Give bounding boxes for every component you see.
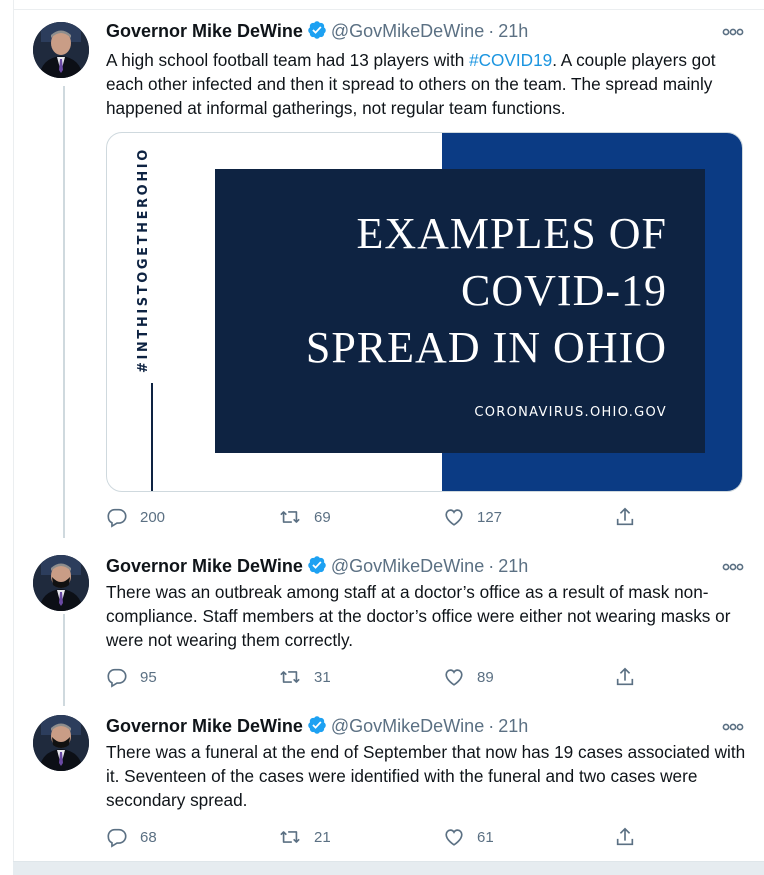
verified-badge-icon: [307, 555, 327, 580]
share-icon: [616, 827, 634, 846]
media-vertical-rule: [151, 383, 153, 491]
verified-badge-icon: [307, 20, 327, 45]
more-options-icon[interactable]: [722, 717, 744, 738]
like-button[interactable]: 127: [443, 505, 502, 529]
media-headline: EXAMPLES OF COVID-19 SPREAD IN OHIO: [215, 205, 667, 376]
media-site-url: CORONAVIRUS.OHIO.GOV: [474, 405, 667, 420]
like-count: 127: [477, 508, 503, 526]
retweet-button[interactable]: 69: [278, 505, 331, 529]
timestamp[interactable]: 21h: [498, 21, 528, 41]
reply-count: 95: [140, 668, 157, 686]
retweet-count: 69: [314, 508, 331, 526]
media-headline-line: EXAMPLES OF: [356, 209, 667, 258]
tweet-text-part: A high school football team had 13 playe…: [106, 50, 470, 70]
like-count: 61: [477, 828, 494, 846]
like-count: 89: [477, 668, 494, 686]
verified-badge-icon: [307, 715, 327, 740]
tweet-text: There was a funeral at the end of Septem…: [106, 742, 746, 810]
tweet[interactable]: Governor Mike DeWine @GovMikeDeWine · 21h T…: [13, 555, 764, 695]
like-icon: [445, 509, 463, 526]
separator: ·: [488, 556, 495, 576]
share-icon: [616, 507, 634, 526]
share-button[interactable]: [614, 505, 636, 529]
author-name[interactable]: Governor Mike DeWine: [106, 21, 303, 41]
retweet-button[interactable]: 31: [278, 665, 331, 689]
like-button[interactable]: 61: [443, 825, 494, 849]
reply-count: 200: [140, 508, 166, 526]
reply-count: 68: [140, 828, 157, 846]
reply-button[interactable]: 95: [106, 665, 157, 689]
author-handle[interactable]: @GovMikeDeWine: [331, 556, 484, 576]
more-options-icon[interactable]: [722, 22, 744, 43]
tweet-text: A high school football team had 13 playe…: [106, 48, 746, 120]
avatar[interactable]: [33, 22, 89, 78]
tweet-header: Governor Mike DeWine @GovMikeDeWine · 21h: [106, 715, 746, 739]
retweet-icon: [280, 831, 300, 843]
reply-icon: [107, 508, 127, 528]
share-button[interactable]: [614, 825, 636, 849]
author-name[interactable]: Governor Mike DeWine: [106, 716, 303, 736]
media-vertical-tag: #INTHISTOGETHEROHIO: [136, 147, 151, 373]
like-icon: [445, 829, 463, 846]
avatar[interactable]: [33, 555, 89, 611]
media-headline-line: COVID-19: [461, 266, 667, 315]
tweet-header: Governor Mike DeWine @GovMikeDeWine · 21h: [106, 555, 746, 579]
tweet[interactable]: Governor Mike DeWine @GovMikeDeWine · 21h T…: [13, 715, 764, 855]
tweet-actions: 200 69 127: [106, 505, 746, 529]
share-icon: [616, 667, 634, 686]
like-icon: [445, 669, 463, 686]
like-button[interactable]: 89: [443, 665, 494, 689]
avatar[interactable]: [33, 715, 89, 771]
reply-button[interactable]: 200: [106, 505, 165, 529]
timestamp[interactable]: 21h: [498, 556, 528, 576]
tweet-header: Governor Mike DeWine @GovMikeDeWine · 21h: [106, 20, 746, 44]
tweet[interactable]: Governor Mike DeWine @GovMikeDeWine · 21h A…: [13, 20, 764, 540]
author-handle[interactable]: @GovMikeDeWine: [331, 716, 484, 736]
share-button[interactable]: [614, 665, 636, 689]
retweet-button[interactable]: 21: [278, 825, 331, 849]
retweet-icon: [280, 671, 300, 683]
retweet-count: 31: [314, 668, 331, 686]
separator: ·: [488, 21, 495, 41]
tweet-media-image[interactable]: #INTHISTOGETHEROHIO EXAMPLES OF COVID-19…: [106, 132, 743, 492]
tweet-text: There was an outbreak among staff at a d…: [106, 582, 731, 650]
reply-icon: [107, 828, 127, 848]
reply-button[interactable]: 68: [106, 825, 157, 849]
retweet-count: 21: [314, 828, 331, 846]
divider: [13, 9, 764, 10]
media-headline-line: SPREAD IN OHIO: [305, 323, 667, 372]
tweet-actions: 68 21 61: [106, 825, 746, 849]
timeline-footer: [13, 861, 764, 875]
reply-icon: [107, 668, 127, 688]
author-handle[interactable]: @GovMikeDeWine: [331, 21, 484, 41]
hashtag-link[interactable]: #COVID19: [469, 50, 552, 70]
retweet-icon: [280, 511, 300, 523]
more-options-icon[interactable]: [722, 557, 744, 578]
timestamp[interactable]: 21h: [498, 716, 528, 736]
author-name[interactable]: Governor Mike DeWine: [106, 556, 303, 576]
separator: ·: [488, 716, 495, 736]
tweet-actions: 95 31 89: [106, 665, 746, 689]
